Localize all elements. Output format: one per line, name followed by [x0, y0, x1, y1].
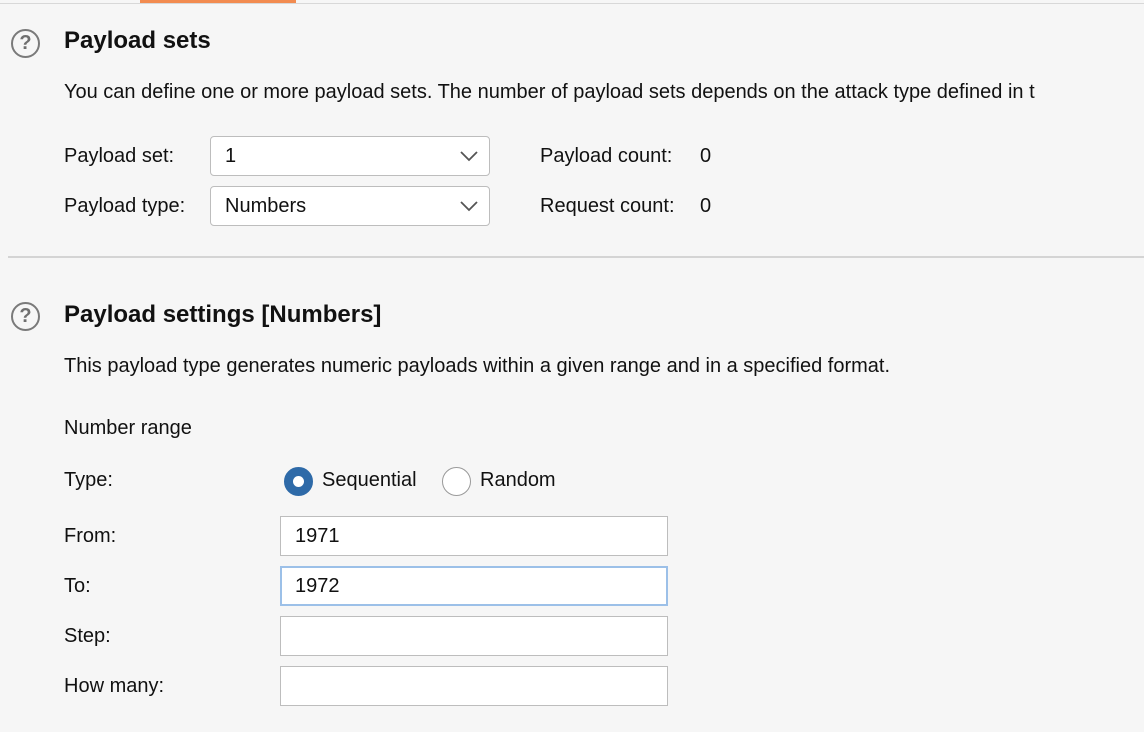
payload-sets-description: You can define one or more payload sets.…	[64, 81, 1035, 103]
step-input[interactable]	[280, 616, 668, 656]
payload-type-label: Payload type:	[64, 195, 186, 217]
number-range-heading: Number range	[64, 417, 192, 439]
payload-settings-title: Payload settings [Numbers]	[64, 301, 382, 328]
random-radio-label[interactable]: Random	[480, 469, 556, 492]
how-many-label: How many:	[64, 675, 165, 697]
sequential-radio[interactable]	[284, 467, 313, 496]
how-many-input[interactable]	[280, 666, 668, 706]
range-type-label: Type:	[64, 469, 113, 491]
payload-settings-description: This payload type generates numeric payl…	[64, 355, 891, 377]
step-label: Step:	[64, 625, 111, 647]
from-label: From:	[64, 525, 117, 547]
payload-type-value: Numbers	[225, 195, 307, 217]
payload-set-value: 1	[225, 145, 237, 167]
payload-sets-title: Payload sets	[64, 27, 211, 54]
request-count-label: Request count:	[540, 195, 675, 217]
payload-count-value: 0	[700, 145, 712, 167]
chevron-down-icon	[460, 151, 478, 162]
sequential-radio-label[interactable]: Sequential	[322, 469, 417, 492]
payload-set-label: Payload set:	[64, 145, 175, 167]
from-input[interactable]	[280, 516, 668, 556]
to-input[interactable]	[280, 566, 668, 606]
help-icon[interactable]: ?	[11, 29, 40, 58]
request-count-value: 0	[700, 195, 712, 217]
active-tab-indicator	[140, 0, 296, 3]
payload-type-select[interactable]: Numbers	[210, 186, 490, 226]
help-icon[interactable]: ?	[11, 302, 40, 331]
section-divider	[8, 256, 1144, 258]
random-radio[interactable]	[442, 467, 471, 496]
payload-set-select[interactable]: 1	[210, 136, 490, 176]
to-label: To:	[64, 575, 91, 597]
chevron-down-icon	[460, 201, 478, 212]
payload-count-label: Payload count:	[540, 145, 673, 167]
